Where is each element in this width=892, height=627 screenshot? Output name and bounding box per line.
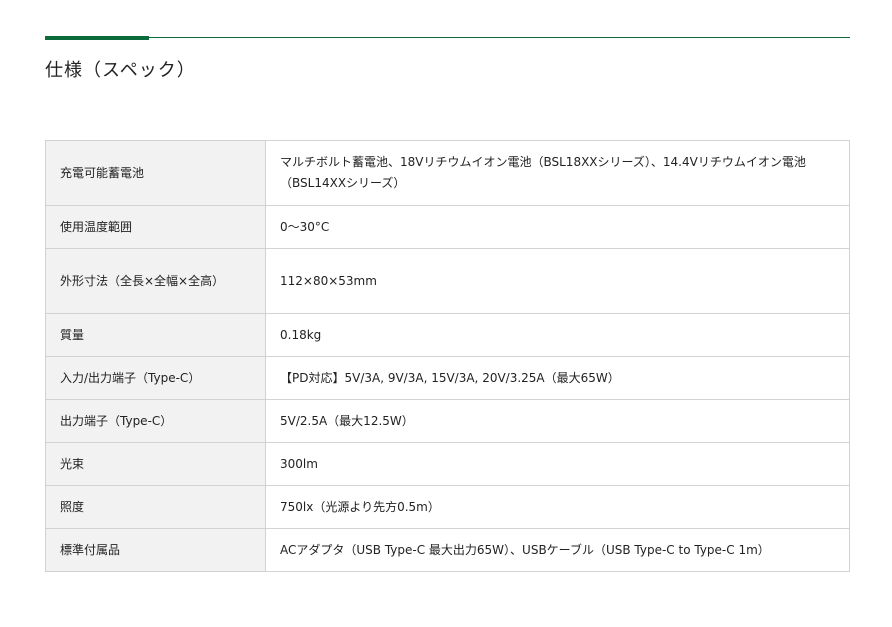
spec-value: 【PD対応】5V/3A, 9V/3A, 15V/3A, 20V/3.25A（最大… [265, 356, 850, 400]
spec-value: 5V/2.5A（最大12.5W） [265, 399, 850, 443]
spec-value: マルチボルト蓄電池、18Vリチウムイオン電池（BSL18XXシリーズ）、14.4… [265, 140, 850, 206]
spec-row-illuminance: 照度 750lx（光源より先方0.5m） [45, 485, 850, 529]
spec-row-battery: 充電可能蓄電池 マルチボルト蓄電池、18Vリチウムイオン電池（BSL18XXシリ… [45, 140, 850, 206]
section-divider-accent [45, 36, 149, 40]
spec-value: 750lx（光源より先方0.5m） [265, 485, 850, 529]
spec-label: 入力/出力端子（Type-C） [45, 356, 266, 400]
section-divider [45, 37, 850, 38]
spec-label: 質量 [45, 313, 266, 357]
spec-row-weight: 質量 0.18kg [45, 313, 850, 357]
spec-row-accessories: 標準付属品 ACアダプタ（USB Type-C 最大出力65W）、USBケーブル… [45, 528, 850, 572]
spec-value: 300lm [265, 442, 850, 486]
spec-table: 充電可能蓄電池 マルチボルト蓄電池、18Vリチウムイオン電池（BSL18XXシリ… [45, 140, 850, 572]
spec-row-luminous-flux: 光束 300lm [45, 442, 850, 486]
spec-value: ACアダプタ（USB Type-C 最大出力65W）、USBケーブル（USB T… [265, 528, 850, 572]
spec-row-temperature: 使用温度範囲 0〜30°C [45, 205, 850, 249]
spec-value: 112×80×53mm [265, 248, 850, 314]
spec-row-output-port: 出力端子（Type-C） 5V/2.5A（最大12.5W） [45, 399, 850, 443]
spec-label: 標準付属品 [45, 528, 266, 572]
spec-label: 照度 [45, 485, 266, 529]
spec-label: 光束 [45, 442, 266, 486]
spec-value: 0.18kg [265, 313, 850, 357]
spec-value: 0〜30°C [265, 205, 850, 249]
spec-label: 充電可能蓄電池 [45, 140, 266, 206]
spec-row-dimensions: 外形寸法（全長×全幅×全高） 112×80×53mm [45, 248, 850, 314]
spec-label: 使用温度範囲 [45, 205, 266, 249]
spec-label: 外形寸法（全長×全幅×全高） [45, 248, 266, 314]
section-title: 仕様（スペック） [45, 60, 196, 81]
spec-row-io-port: 入力/出力端子（Type-C） 【PD対応】5V/3A, 9V/3A, 15V/… [45, 356, 850, 400]
spec-label: 出力端子（Type-C） [45, 399, 266, 443]
